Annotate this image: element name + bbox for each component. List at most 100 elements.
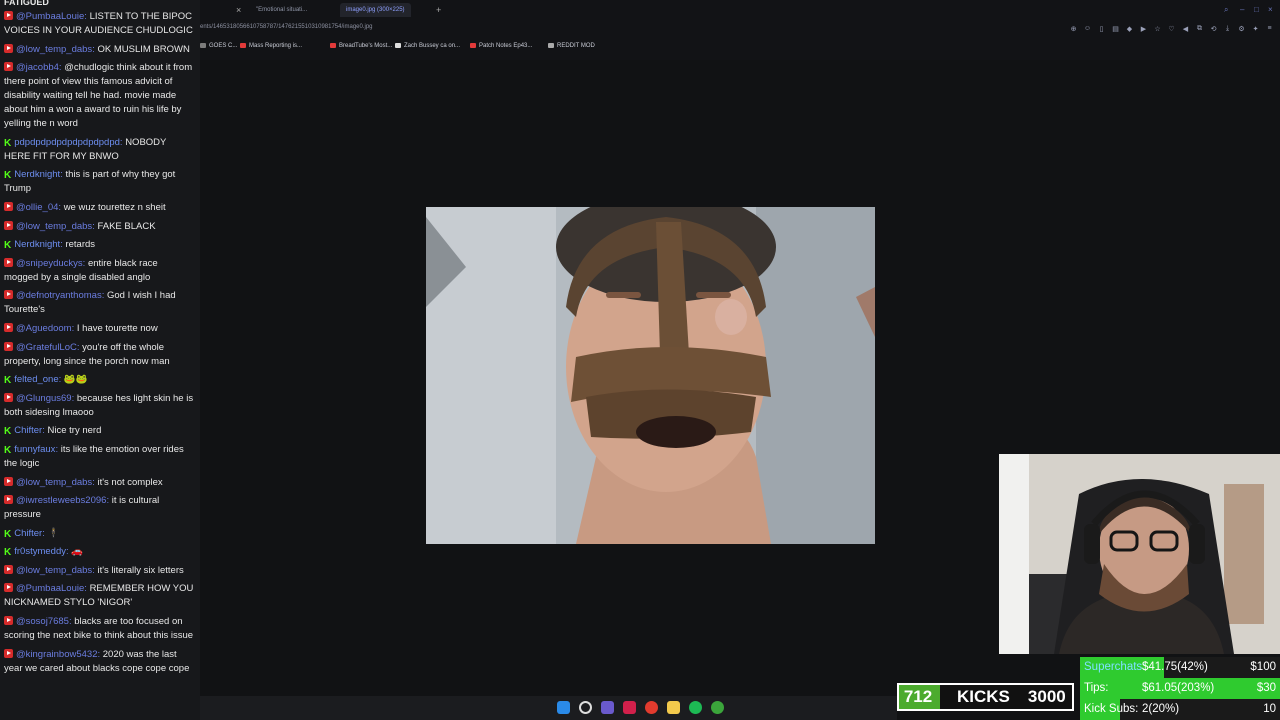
tab-strip: "Emotional situati... image0.jpg (300×22…	[200, 3, 1280, 17]
chat-panel[interactable]: FATIGUED @PumbaaLouie: LISTEN TO THE BIP…	[0, 0, 200, 720]
xbox-icon[interactable]	[711, 701, 724, 714]
bookmark-label: GOES C...	[209, 43, 238, 49]
minimize-icon[interactable]: –	[1240, 5, 1244, 14]
collections-icon[interactable]: ⧉	[1195, 24, 1204, 33]
bookmark-favicon-icon	[240, 42, 246, 48]
tab-emotional-situation[interactable]: "Emotional situati...	[250, 3, 313, 17]
chat-message: @GratefulLoC: you're off the whole prope…	[4, 341, 194, 369]
chat-username[interactable]: @PumbaaLouie	[16, 11, 84, 22]
chat-username[interactable]: fr0stymeddy	[14, 546, 66, 557]
youtube-icon	[4, 564, 13, 574]
ai-icon[interactable]: ✦	[1251, 24, 1260, 33]
webcam-image	[999, 454, 1280, 654]
goal-label: Superchats:	[1084, 661, 1146, 673]
chat-message: @low_temp_dabs: OK MUSLIM BROWN	[4, 43, 194, 57]
discord-icon[interactable]	[601, 701, 614, 714]
chat-message: Kfr0stymeddy: 🚗	[4, 545, 194, 559]
goal-value: $61.05(203%)	[1142, 682, 1215, 694]
chat-username[interactable]: funnyfaux	[14, 444, 55, 455]
chat-username[interactable]: @Aguedoom	[16, 323, 72, 334]
extension-icon[interactable]: ▯	[1097, 24, 1106, 33]
close-tab-icon[interactable]: ×	[236, 3, 241, 17]
chat-username[interactable]: Nerdknight	[14, 239, 60, 250]
menu-icon[interactable]: ≡	[1265, 24, 1274, 33]
settings-icon[interactable]: ⚙	[1237, 24, 1246, 33]
youtube-icon	[4, 43, 13, 53]
bookmark-item[interactable]: Zach Bussey ca on...	[395, 40, 460, 52]
chat-message: @PumbaaLouie: REMEMBER HOW YOU NICKNAMED…	[4, 582, 194, 610]
youtube-icon	[4, 290, 13, 300]
reader-icon[interactable]: ▤	[1111, 24, 1120, 33]
obs-icon[interactable]	[623, 701, 636, 714]
chat-message: @low_temp_dabs: it's not complex	[4, 476, 194, 490]
zoom-icon[interactable]: ⊕	[1069, 24, 1078, 33]
bookmark-label: Patch Notes Ep43...	[479, 43, 533, 49]
bookmark-item[interactable]: REDDIT MOD	[548, 40, 595, 52]
bookmark-item[interactable]: Mass Reporting is...	[240, 40, 302, 52]
chat-username[interactable]: @snipeyduckys	[16, 258, 83, 269]
chat-message: K Chifter: Nice try nerd	[4, 424, 194, 438]
chat-username[interactable]: @kingrainbow5432	[16, 649, 97, 660]
chat-text: retards	[65, 239, 96, 251]
address-bar[interactable]: ents/1465318056610758787/147621551031098…	[200, 22, 1280, 36]
taskbar	[200, 696, 897, 720]
history-icon[interactable]: ⟲	[1209, 24, 1218, 33]
shield-icon[interactable]: ◆	[1125, 24, 1134, 33]
browser-icon[interactable]	[645, 701, 658, 714]
chat-username[interactable]: @low_temp_dabs	[16, 565, 92, 576]
chat-text: it's literally six letters	[97, 564, 184, 576]
bookmark-favicon-icon	[395, 42, 401, 48]
chat-username[interactable]: @GratefulLoC	[16, 342, 77, 353]
chat-username[interactable]: @defnotryanthomas	[16, 290, 102, 301]
maximize-icon[interactable]: □	[1254, 5, 1259, 14]
favorite-icon[interactable]: ♡	[1167, 24, 1176, 33]
chat-text: 🚗	[71, 546, 84, 558]
folder-icon[interactable]	[667, 701, 680, 714]
volume-icon[interactable]: ◀	[1181, 24, 1190, 33]
new-tab-icon[interactable]: +	[436, 3, 441, 17]
kick-icon: K	[4, 547, 12, 559]
kick-icon: K	[4, 137, 12, 149]
bookmark-label: Mass Reporting is...	[249, 43, 303, 49]
chat-username[interactable]: Chifter	[14, 528, 42, 539]
chat-username[interactable]: @iwrestleweebs2096	[16, 495, 106, 506]
emoji-icon[interactable]: ☺	[1083, 24, 1092, 33]
chat-username[interactable]: felted_one	[14, 374, 58, 385]
bookmark-icon[interactable]: ☆	[1153, 24, 1162, 33]
play-icon[interactable]: ▶	[1139, 24, 1148, 33]
goal-target: $100	[1250, 661, 1276, 673]
bookmark-favicon-icon	[200, 42, 206, 48]
chat-username[interactable]: Nerdknight	[14, 169, 60, 180]
search-taskbar-icon[interactable]	[579, 701, 592, 714]
close-window-icon[interactable]: ×	[1268, 5, 1273, 14]
search-icon[interactable]: ⌕	[1224, 5, 1228, 15]
chat-text: we wuz tourettez n sheit	[63, 201, 166, 213]
bookmark-item[interactable]: GOES C...	[200, 40, 237, 52]
tab-image[interactable]: image0.jpg (300×225)	[340, 3, 411, 17]
url-text: ents/1465318056610758787/147621551031098…	[200, 24, 373, 30]
chat-username[interactable]: @PumbaaLouie	[16, 583, 84, 594]
chat-username[interactable]: @sosoj7685	[16, 616, 69, 627]
chat-username[interactable]: @low_temp_dabs	[16, 44, 92, 55]
start-icon[interactable]	[557, 701, 570, 714]
chat-message: @PumbaaLouie: LISTEN TO THE BIPOC VOICES…	[4, 10, 194, 38]
chat-username[interactable]: @ollie_04	[16, 202, 58, 213]
chat-text: OK MUSLIM BROWN	[97, 43, 190, 55]
chat-message: Kpdpdpdpdpdpdpdpdpdpd: NOBODY HERE FIT F…	[4, 136, 194, 164]
bookmark-item[interactable]: BreadTube's Most...	[330, 40, 392, 52]
download-icon[interactable]: ⤓	[1223, 24, 1232, 33]
bookmark-item[interactable]: Patch Notes Ep43...	[470, 40, 532, 52]
viewed-photo	[426, 207, 875, 544]
chat-username[interactable]: @low_temp_dabs	[16, 221, 92, 232]
chat-username[interactable]: @jacobb4	[16, 62, 59, 73]
chat-username[interactable]: Chifter	[14, 425, 42, 436]
kicks-label: KICKS	[957, 687, 1010, 706]
chat-username[interactable]: pdpdpdpdpdpdpdpdpdpd	[14, 137, 120, 148]
chat-username[interactable]: @Glungus69	[16, 393, 72, 404]
chat-username[interactable]: @low_temp_dabs	[16, 477, 92, 488]
chat-text: FAKE BLACK	[97, 220, 156, 232]
chat-message: @ollie_04: we wuz tourettez n sheit	[4, 201, 194, 215]
chat-message: @low_temp_dabs: it's literally six lette…	[4, 564, 194, 578]
spotify-icon[interactable]	[689, 701, 702, 714]
chat-message: Kfunnyfaux: its like the emotion over ri…	[4, 443, 194, 471]
